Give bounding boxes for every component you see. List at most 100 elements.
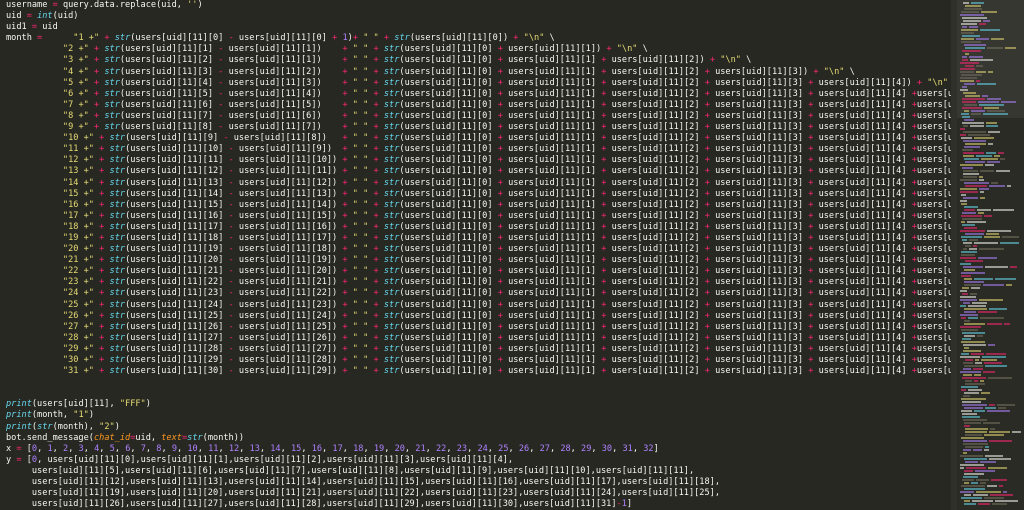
code-line[interactable]: username = query.data.replace(uid, '')	[6, 0, 951, 11]
code-token: ,	[487, 443, 499, 454]
code-token: users[uid][11][1]	[502, 355, 602, 365]
code-line[interactable]: uid1 = uid	[6, 22, 951, 33]
code-line[interactable]: "31 +" + str(users[uid][11][30] - users[…	[6, 366, 951, 377]
code-line[interactable]: "30 +" + str(users[uid][11][29] - users[…	[6, 355, 951, 366]
code-line[interactable]: uid = int(uid)	[6, 11, 951, 22]
minimap-line	[962, 26, 967, 28]
code-token: str	[383, 355, 400, 365]
code-token: " "	[352, 66, 369, 77]
code-line[interactable]: print(month, "1")	[6, 410, 951, 421]
code-line[interactable]: "26 +" + str(users[uid][11][25] - users[…	[6, 311, 951, 322]
minimap-line	[974, 242, 998, 244]
code-token: 13	[249, 443, 260, 454]
code-token: "20 +"	[62, 244, 94, 255]
code-line[interactable]: "21 +" + str(users[uid][11][20] - users[…	[6, 255, 951, 266]
code-token: \	[544, 33, 555, 44]
code-token: users[uid][11][2]	[606, 255, 705, 266]
code-token: ,	[197, 443, 209, 454]
minimap-line	[968, 389, 982, 391]
code-token: "3 +"	[62, 55, 89, 66]
code-token: (users[uid][11][0]	[399, 255, 498, 266]
minimap-line	[964, 335, 975, 337]
code-token: (users[uid][11][0]	[399, 299, 498, 310]
code-token: users[uid][11][1]	[502, 55, 602, 66]
code-line[interactable]: "22 +" + str(users[uid][11][21] - users[…	[6, 266, 951, 277]
code-line[interactable]: print(str(month), "2")	[6, 422, 951, 433]
code-line[interactable]	[6, 377, 951, 388]
minimap-line	[961, 215, 982, 217]
code-line[interactable]: "6 +" + str(users[uid][11][5] - users[ui…	[6, 89, 951, 100]
code-token: "10 +"	[62, 133, 94, 144]
code-token: (users[uid][11][0]	[399, 44, 498, 55]
code-line[interactable]: "29 +" + str(users[uid][11][28] - users[…	[6, 344, 951, 355]
minimap-line	[970, 59, 993, 61]
code-line[interactable]: month = "1 +" + str(users[uid][11][0] - …	[6, 33, 951, 44]
code-line[interactable]: "4 +" + str(users[uid][11][3] - users[ui…	[6, 67, 951, 78]
minimap[interactable]	[957, 0, 1024, 510]
code-token: 22	[436, 443, 447, 454]
code-line[interactable]: print(users[uid][11], "FFF")	[6, 399, 951, 410]
code-line[interactable]: "16 +" + str(users[uid][11][15] - users[…	[6, 200, 951, 211]
code-line[interactable]: "11 +" + str(users[uid][11][10] - users[…	[6, 144, 951, 155]
code-line[interactable]: "8 +" + str(users[uid][11][7] - users[ui…	[6, 111, 951, 122]
code-token: (users[uid][11][26]	[125, 321, 229, 332]
code-line[interactable]: "2 +" + str(users[uid][11][1] - users[ui…	[6, 44, 951, 55]
minimap-line	[964, 308, 987, 310]
code-token: ,	[130, 443, 141, 454]
minimap-line	[985, 455, 1003, 457]
code-editor[interactable]: username = query.data.replace(uid, '') ui…	[0, 0, 951, 510]
code-token: str	[104, 110, 120, 121]
minimap-line	[979, 299, 1003, 301]
code-line[interactable]: "5 +" + str(users[uid][11][4] - users[ui…	[6, 78, 951, 89]
code-token: users[uid][11][2]	[606, 144, 705, 155]
code-line[interactable]: "14 +" + str(users[uid][11][13] - users[…	[6, 178, 951, 189]
code-token: users[uid][11][8])	[228, 133, 343, 144]
code-token: (users[uid][11][0]	[399, 310, 498, 321]
code-line[interactable]: "10 +" + str(users[uid][11][9] - users[u…	[6, 133, 951, 144]
code-token: users[uid][11][2]	[606, 332, 705, 343]
code-line[interactable]: "7 +" + str(users[uid][11][6] - users[ui…	[6, 100, 951, 111]
minimap-line	[960, 305, 966, 307]
code-line[interactable]: "12 +" + str(users[uid][11][11] - users[…	[6, 155, 951, 166]
code-line[interactable]: users[uid][11][19],users[uid][11][20],us…	[6, 488, 951, 499]
code-line[interactable]: "24 +" + str(users[uid][11][23] - users[…	[6, 288, 951, 299]
code-area[interactable]: username = query.data.replace(uid, '') ui…	[6, 0, 951, 510]
code-line[interactable]: "3 +" + str(users[uid][11][2] - users[ui…	[6, 55, 951, 66]
code-token: (users[uid][11][0]	[399, 277, 498, 288]
code-token: "\n"	[616, 44, 638, 55]
code-token: str	[109, 244, 126, 255]
code-line[interactable]: "17 +" + str(users[uid][11][16] - users[…	[6, 211, 951, 222]
minimap-line	[978, 212, 984, 214]
code-token: users[uid][11][19])	[233, 255, 343, 266]
minimap-line	[960, 314, 978, 316]
code-line[interactable]: y = [0, users[uid][11][0],users[uid][11]…	[6, 455, 951, 466]
code-line[interactable]: x = [0, 1, 2, 3, 4, 5, 6, 7, 8, 9, 10, 1…	[6, 444, 951, 455]
code-line[interactable]: "20 +" + str(users[uid][11][19] - users[…	[6, 244, 951, 255]
code-line[interactable]: "23 +" + str(users[uid][11][22] - users[…	[6, 277, 951, 288]
code-line[interactable]: users[uid][11][5],users[uid][11][6],user…	[6, 466, 951, 477]
code-line[interactable]: "28 +" + str(users[uid][11][27] - users[…	[6, 333, 951, 344]
code-line[interactable]: users[uid][11][12],users[uid][11][13],us…	[6, 477, 951, 488]
code-token: )	[114, 421, 120, 432]
code-line[interactable]: "27 +" + str(users[uid][11][26] - users[…	[6, 322, 951, 333]
minimap-line	[963, 374, 972, 376]
code-token: )	[88, 410, 94, 421]
code-token: "7 +"	[62, 99, 89, 110]
minimap-line	[984, 236, 1000, 238]
code-line[interactable]: "15 +" + str(users[uid][11][14] - users[…	[6, 189, 951, 200]
code-line[interactable]: "25 +" + str(users[uid][11][24] - users[…	[6, 300, 951, 311]
minimap-line	[961, 437, 984, 439]
code-line[interactable]	[6, 388, 951, 399]
code-token: str	[383, 66, 400, 77]
code-line[interactable]: "19 +" + str(users[uid][11][18] - users[…	[6, 233, 951, 244]
code-line[interactable]: bot.send_message(chat_id=uid, text=str(m…	[6, 433, 951, 444]
minimap-line	[961, 194, 966, 196]
code-line[interactable]: "18 +" + str(users[uid][11][17] - users[…	[6, 222, 951, 233]
code-line[interactable]: "9 +" + str(users[uid][11][8] - users[ui…	[6, 122, 951, 133]
code-line[interactable]: "13 +" + str(users[uid][11][12] - users[…	[6, 166, 951, 177]
code-token: " "	[352, 321, 369, 332]
code-line[interactable]: users[uid][11][26],users[uid][11][27],us…	[6, 499, 951, 510]
